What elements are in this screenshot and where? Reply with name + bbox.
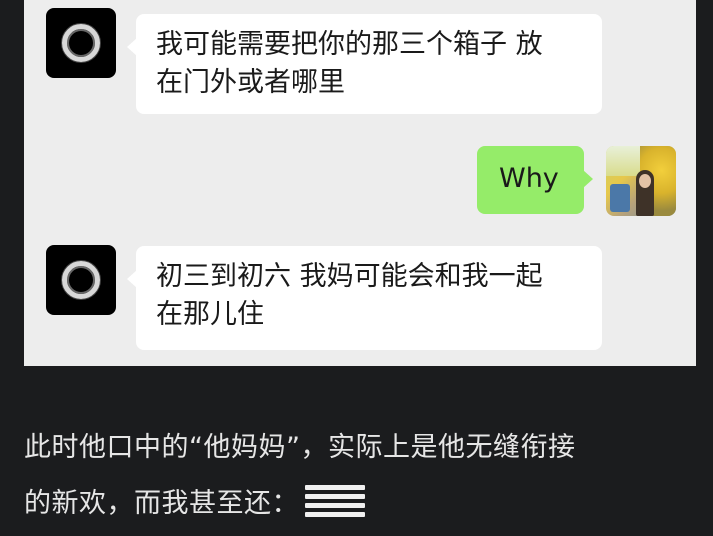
caption-line: 的新欢，而我甚至还：	[24, 476, 694, 532]
message-bubble-incoming[interactable]: 初三到初六 我妈可能会和我一起 在那儿住	[127, 246, 602, 350]
message-text-line: 我可能需要把你的那三个箱子 放	[156, 29, 543, 60]
message-text-line: 在那儿住	[156, 299, 264, 330]
message-text-line: 初三到初六 我妈可能会和我一起	[156, 261, 543, 292]
article-caption: 此时他口中的“他妈妈”，实际上是他无缝衔接 的新欢，而我甚至还：	[24, 420, 694, 532]
message-bubble-outgoing[interactable]: Why	[477, 146, 593, 214]
caption-text: 的新欢，而我甚至还：	[24, 488, 299, 519]
contact-avatar[interactable]	[46, 245, 116, 315]
photo-avatar[interactable]	[606, 146, 676, 216]
message-text-line: 在门外或者哪里	[156, 67, 345, 98]
caption-line: 此时他口中的“他妈妈”，实际上是他无缝衔接	[24, 432, 576, 463]
message-bubble-incoming[interactable]: 我可能需要把你的那三个箱子 放 在门外或者哪里	[127, 14, 602, 114]
ring-avatar-icon	[62, 261, 100, 299]
ring-avatar-icon	[62, 24, 100, 62]
chat-panel: 我可能需要把你的那三个箱子 放 在门外或者哪里 Why 初三到初六 我妈可能会和…	[24, 0, 696, 366]
speechless-lines-icon	[305, 484, 365, 519]
contact-avatar[interactable]	[46, 8, 116, 78]
message-text: Why	[499, 163, 559, 194]
